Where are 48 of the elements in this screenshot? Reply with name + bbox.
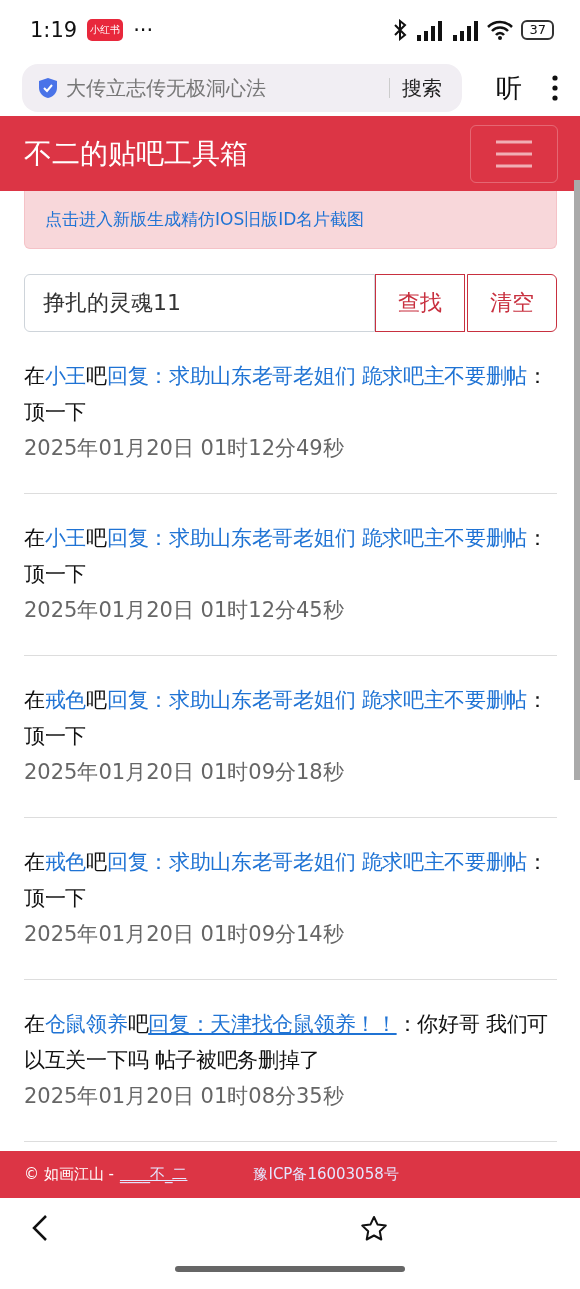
signal-icon <box>451 19 480 41</box>
bluetooth-icon <box>393 19 408 41</box>
author-link[interactable]: ____不_二 <box>119 1165 188 1184</box>
thread-link[interactable]: 回复：求助山东老哥老姐们 跪求吧主不要删帖 <box>106 364 528 388</box>
post-time: 2025年01月20日 01时09分14秒 <box>24 921 345 948</box>
star-icon <box>360 1214 388 1242</box>
post-time: 2025年01月20日 01时12分45秒 <box>24 597 345 624</box>
post-text: 在戒色吧回复：求助山东老哥老姐们 跪求吧主不要删帖： 顶一下 <box>24 849 549 912</box>
thread-link[interactable]: 回复：求助山东老哥老姐们 跪求吧主不要删帖 <box>106 688 528 712</box>
search-button[interactable]: 搜索 <box>398 74 446 102</box>
post-text: 在小王吧回复：求助山东老哥老姐们 跪求吧主不要删帖： 顶一下 <box>24 525 549 588</box>
copyright-text: © 如画江山 - <box>24 1165 114 1184</box>
find-button[interactable]: 查找 <box>375 274 465 332</box>
wifi-icon <box>487 20 514 40</box>
alert-link[interactable]: 点击进入新版生成精仿IOS旧版ID名片截图 <box>45 208 365 231</box>
shield-icon <box>38 77 58 99</box>
forum-link[interactable]: 仓鼠领养 <box>44 1012 128 1036</box>
battery-indicator: 37 <box>521 20 554 40</box>
thread-link[interactable]: 回复：求助山东老哥老姐们 跪求吧主不要删帖 <box>106 526 528 550</box>
forum-link[interactable]: 小王 <box>44 526 87 550</box>
back-button[interactable] <box>32 1214 48 1242</box>
forum-link[interactable]: 小王 <box>44 364 87 388</box>
listen-button[interactable]: 听 <box>490 69 528 107</box>
post-time: 2025年01月20日 01时09分18秒 <box>24 759 345 786</box>
post-time: 2025年01月20日 01时12分49秒 <box>24 435 345 462</box>
signal-icon <box>415 19 444 41</box>
address-text: 大传立志传无极洞心法 <box>66 74 267 102</box>
post-text: 在戒色吧回复：求助山东老哥老姐们 跪求吧主不要删帖： 顶一下 <box>24 687 549 750</box>
clear-button[interactable]: 清空 <box>467 274 557 332</box>
post-time: 2025年01月20日 01时08分35秒 <box>24 1083 345 1110</box>
post-text: 在小王吧回复：求助山东老哥老姐们 跪求吧主不要删帖： 顶一下 <box>24 363 549 426</box>
site-title: 不二的贴吧工具箱 <box>24 135 248 172</box>
bookmark-button[interactable] <box>360 1214 388 1242</box>
search-field[interactable]: 挣扎的灵魂11 <box>24 274 375 332</box>
menu-button[interactable] <box>470 124 558 183</box>
thread-link[interactable]: 回复：天津找仓鼠领养！！ <box>148 1012 397 1036</box>
back-icon <box>32 1214 48 1242</box>
menu-icon <box>494 138 534 169</box>
post-text: 在仓鼠领养吧回复：天津找仓鼠领养！！：你好哥 我们可以互关一下吗 帖子被吧务删掉了 <box>24 1011 549 1074</box>
forum-link[interactable]: 戒色 <box>44 850 87 874</box>
more-notifications: ··· <box>133 18 154 42</box>
clock: 1:19 <box>30 18 78 42</box>
address-bar[interactable]: 大传立志传无极洞心法 搜索 <box>22 64 462 112</box>
thread-link[interactable]: 回复：求助山东老哥老姐们 跪求吧主不要删帖 <box>106 850 528 874</box>
app-badge: 小红书 <box>87 19 124 41</box>
forum-link[interactable]: 戒色 <box>44 688 87 712</box>
more-icon[interactable] <box>552 75 558 101</box>
icp-link[interactable]: 豫ICP备16003058号 <box>253 1165 399 1184</box>
